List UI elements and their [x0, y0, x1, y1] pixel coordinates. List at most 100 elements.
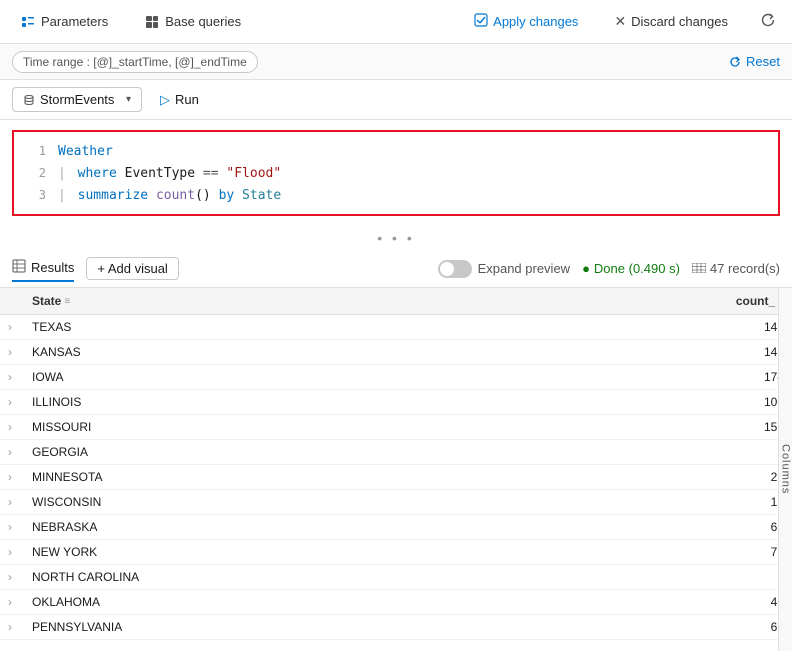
row-expand[interactable]: ›	[0, 490, 24, 515]
toggle-switch[interactable]	[438, 260, 472, 278]
row-state: NORTH CAROLINA	[24, 565, 490, 590]
row-count: 40	[490, 590, 792, 615]
apply-changes-button[interactable]: Apply changes	[466, 9, 586, 34]
query-bar: StormEvents ▾ ▷ Run	[0, 80, 792, 120]
line-num-1: 1	[22, 144, 46, 158]
row-state: IOWA	[24, 365, 490, 390]
table-scroll[interactable]: State ≡ count_ ≡	[0, 288, 792, 651]
row-expand[interactable]: ›	[0, 540, 24, 565]
results-section: Results + Add visual Expand preview ● Do…	[0, 250, 792, 651]
row-expand[interactable]: ›	[0, 590, 24, 615]
records-icon	[692, 261, 706, 276]
line-num-3: 3	[22, 188, 46, 202]
refresh-button[interactable]	[756, 8, 780, 35]
parameters-label: Parameters	[41, 14, 108, 29]
row-expand[interactable]: ›	[0, 465, 24, 490]
row-state: OKLAHOMA	[24, 590, 490, 615]
row-expand[interactable]: ›	[0, 340, 24, 365]
database-icon	[23, 94, 35, 106]
database-name: StormEvents	[40, 92, 121, 107]
th-count-label: count_	[736, 294, 775, 308]
reset-button[interactable]: Reset	[728, 54, 780, 69]
row-state: NEW YORK	[24, 540, 490, 565]
done-label: Done (0.490 s)	[594, 261, 680, 276]
row-count: 15	[490, 490, 792, 515]
reset-label: Reset	[746, 54, 780, 69]
table-row[interactable]: › NEBRASKA 68	[0, 515, 792, 540]
table-row[interactable]: › OKLAHOMA 40	[0, 590, 792, 615]
time-range-bar: Time range : [@]_startTime, [@]_endTime …	[0, 44, 792, 80]
discard-changes-button[interactable]: ✕ Discard changes	[606, 9, 736, 34]
row-state: GEORGIA	[24, 440, 490, 465]
row-expand[interactable]: ›	[0, 615, 24, 640]
table-row[interactable]: › GEORGIA 2	[0, 440, 792, 465]
row-expand[interactable]: ›	[0, 390, 24, 415]
results-toolbar: Results + Add visual Expand preview ● Do…	[0, 250, 792, 288]
results-table: State ≡ count_ ≡	[0, 288, 792, 640]
row-count: 174	[490, 365, 792, 390]
add-visual-button[interactable]: + Add visual	[86, 257, 178, 280]
row-state: MISSOURI	[24, 415, 490, 440]
columns-label: Columns	[780, 444, 792, 494]
row-count: 62	[490, 615, 792, 640]
row-count: 2	[490, 440, 792, 465]
table-row[interactable]: › TEXAS 146	[0, 315, 792, 340]
table-row[interactable]: › PENNSYLVANIA 62	[0, 615, 792, 640]
row-state: TEXAS	[24, 315, 490, 340]
parameters-button[interactable]: Parameters	[12, 10, 116, 34]
row-expand[interactable]: ›	[0, 315, 24, 340]
table-row[interactable]: › KANSAS 141	[0, 340, 792, 365]
records-badge: 47 record(s)	[692, 261, 780, 276]
th-count[interactable]: count_ ≡	[490, 288, 792, 315]
row-expand[interactable]: ›	[0, 365, 24, 390]
row-expand[interactable]: ›	[0, 515, 24, 540]
time-range-pill[interactable]: Time range : [@]_startTime, [@]_endTime	[12, 51, 258, 73]
code-line-2: 2 | where EventType == "Flood"	[14, 162, 778, 184]
database-selector[interactable]: StormEvents ▾	[12, 87, 142, 112]
row-count: 100	[490, 390, 792, 415]
row-state: MINNESOTA	[24, 465, 490, 490]
table-row[interactable]: › ILLINOIS 100	[0, 390, 792, 415]
table-body: › TEXAS 146 › KANSAS 141 › IOWA 174 › IL…	[0, 315, 792, 640]
base-queries-label: Base queries	[165, 14, 241, 29]
content-main: Time range : [@]_startTime, [@]_endTime …	[0, 44, 792, 651]
row-count: 146	[490, 315, 792, 340]
th-state-label: State	[32, 294, 61, 308]
code-line-3: 3 | summarize count() by State	[14, 184, 778, 206]
table-row[interactable]: › WISCONSIN 15	[0, 490, 792, 515]
table-row[interactable]: › MINNESOTA 29	[0, 465, 792, 490]
discard-changes-icon: ✕	[614, 13, 626, 30]
base-queries-button[interactable]: Base queries	[136, 10, 249, 34]
top-toolbar: Parameters Base queries Apply changes	[0, 0, 792, 44]
row-count: 5	[490, 565, 792, 590]
row-expand[interactable]: ›	[0, 440, 24, 465]
th-state[interactable]: State ≡	[24, 288, 490, 315]
table-row[interactable]: › MISSOURI 159	[0, 415, 792, 440]
columns-sidebar[interactable]: Columns	[778, 288, 792, 651]
table-row[interactable]: › NORTH CAROLINA 5	[0, 565, 792, 590]
code-text-1: Weather	[58, 144, 113, 159]
dropdown-icon: ▾	[126, 94, 131, 105]
run-button[interactable]: ▷ Run	[152, 88, 207, 112]
table-row[interactable]: › IOWA 174	[0, 365, 792, 390]
row-count: 29	[490, 465, 792, 490]
row-count: 141	[490, 340, 792, 365]
row-expand[interactable]: ›	[0, 415, 24, 440]
app-container: Parameters Base queries Apply changes	[0, 0, 792, 652]
row-state: KANSAS	[24, 340, 490, 365]
table-header-row: State ≡ count_ ≡	[0, 288, 792, 315]
divider-dots[interactable]: • • •	[0, 226, 792, 250]
state-filter-icon[interactable]: ≡	[64, 296, 70, 307]
code-text-3: | summarize count() by State	[58, 188, 281, 203]
code-editor[interactable]: 1 Weather 2 | where EventType == "Flood"…	[12, 130, 780, 216]
results-tab[interactable]: Results	[12, 255, 74, 282]
row-expand[interactable]: ›	[0, 565, 24, 590]
done-check-icon: ●	[582, 261, 590, 276]
row-count: 159	[490, 415, 792, 440]
base-queries-icon	[144, 14, 160, 30]
expand-preview-toggle: Expand preview	[438, 260, 571, 278]
row-count: 68	[490, 515, 792, 540]
expand-preview-label: Expand preview	[478, 261, 571, 276]
table-row[interactable]: › NEW YORK 72	[0, 540, 792, 565]
add-visual-label: + Add visual	[97, 261, 167, 276]
